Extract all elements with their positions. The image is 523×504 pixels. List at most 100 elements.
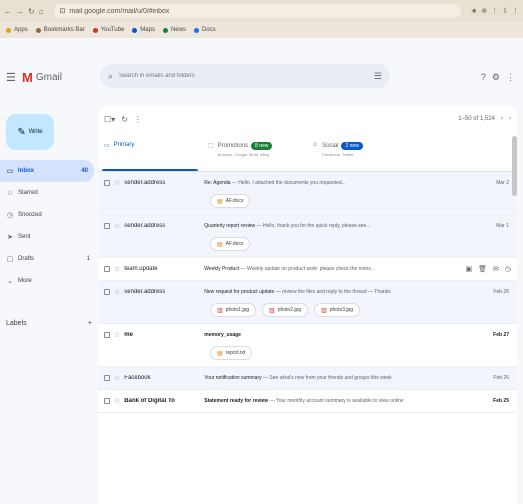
settings-icon[interactable]: ⚙ bbox=[492, 72, 500, 83]
tab-social[interactable]: ☺ Social 2 new Facebook, Twitter bbox=[306, 132, 410, 171]
sidebar-item-snoozed[interactable]: ◷ Snoozed bbox=[0, 204, 96, 226]
sidebar-item-icon: ◷ bbox=[6, 212, 14, 219]
select-checkbox[interactable] bbox=[104, 375, 110, 381]
attachment-chip[interactable]: ▤ report.txt bbox=[210, 346, 253, 360]
mail-row[interactable]: ☆ me memory_usage Feb 27 ▤ report.txt bbox=[98, 324, 517, 367]
mail-row-line: ☆ sender.address New request for product u… bbox=[104, 281, 517, 303]
attachment-file-icon: ▤ bbox=[217, 350, 223, 357]
reload-icon[interactable]: ↻ bbox=[28, 7, 35, 16]
attachment-chip[interactable]: ▤ AF.docx bbox=[210, 237, 251, 251]
mail-snippet: — Hello, thank you for the quick reply, … bbox=[256, 223, 371, 229]
mail-row[interactable]: ☆ team.update Weekly Product — Weekly upda… bbox=[98, 258, 517, 281]
search-input[interactable] bbox=[119, 73, 368, 79]
select-checkbox[interactable] bbox=[104, 266, 110, 272]
mail-row[interactable]: ☆ Bank of Digital To Statement ready for r… bbox=[98, 390, 517, 413]
refresh-icon[interactable]: ↻ bbox=[121, 115, 128, 124]
mail-date: Feb 26 bbox=[493, 375, 509, 381]
mail-snippet: — Weekly update on product work: please … bbox=[240, 266, 376, 272]
mail-subject: New request for product update bbox=[204, 289, 275, 295]
attachment-chip[interactable]: ▥ photo3.jpg bbox=[314, 303, 361, 317]
search-icon[interactable]: ⌕ bbox=[108, 71, 113, 82]
mail-subject: Weekly Product bbox=[204, 266, 240, 272]
new-count-badge: 8 new bbox=[251, 142, 273, 150]
next-page-icon[interactable]: › bbox=[509, 116, 511, 122]
bookmark-favicon-icon bbox=[35, 27, 41, 33]
attachment-chip[interactable]: ▤ AF.docx bbox=[210, 194, 251, 208]
mail-date: Feb 25 bbox=[493, 398, 509, 404]
bookmark-item[interactable]: Apps bbox=[6, 27, 28, 33]
attachment-file-icon: ▤ bbox=[217, 241, 223, 248]
select-checkbox[interactable] bbox=[104, 332, 110, 338]
select-checkbox[interactable] bbox=[104, 398, 110, 404]
pagination: 1–50 of 1,524 ‹ › bbox=[458, 116, 511, 122]
compose-button[interactable]: ✎ Write bbox=[6, 114, 54, 150]
select-checkbox[interactable] bbox=[104, 223, 110, 229]
sidebar-item-label: Sent bbox=[18, 234, 31, 240]
download-icon[interactable]: ⇩ bbox=[502, 7, 508, 15]
tab-title: Social bbox=[322, 143, 339, 149]
new-count-badge: 2 new bbox=[341, 142, 363, 150]
archive-icon[interactable]: ▣ bbox=[466, 265, 473, 273]
search-options-icon[interactable]: ☰ bbox=[374, 71, 382, 82]
help-icon[interactable]: ? bbox=[481, 72, 486, 83]
home-icon[interactable]: ⌂ bbox=[39, 7, 44, 16]
more-icon[interactable]: ⋮ bbox=[134, 115, 142, 124]
sidebar-item-label: Snoozed bbox=[18, 212, 42, 218]
star-icon[interactable]: ☆ bbox=[114, 397, 120, 405]
mail-subject: Quarterly report review bbox=[204, 223, 256, 229]
star-icon[interactable]: ☆ bbox=[114, 222, 120, 230]
star-icon[interactable]: ☆ bbox=[114, 179, 120, 187]
star-icon[interactable]: ☆ bbox=[114, 331, 120, 339]
attachment-chip[interactable]: ▥ photo1.jpg bbox=[210, 303, 257, 317]
mail-row[interactable]: ☆ Facebook Your notification summary — See… bbox=[98, 367, 517, 390]
mail-row[interactable]: ☆ sender.address New request for product u… bbox=[98, 281, 517, 324]
bookmark-item[interactable]: Docs bbox=[193, 27, 216, 33]
forward-icon[interactable]: → bbox=[16, 7, 24, 16]
zoom-icon[interactable]: ⊕ bbox=[481, 7, 487, 15]
category-tabs: ▭ Primary ⬚ Promotions 8 new Amazon, Google S… bbox=[98, 132, 517, 172]
address-bar[interactable]: ⊡ mail.google.com/mail/u/0/#inbox bbox=[53, 4, 461, 18]
bookmark-item[interactable]: News bbox=[162, 27, 186, 33]
mail-row-line: ☆ team.update Weekly Product — Weekly upda… bbox=[104, 258, 517, 280]
prev-page-icon[interactable]: ‹ bbox=[501, 116, 503, 122]
gmail-logo[interactable]: M Gmail bbox=[22, 70, 62, 85]
tab-title: Primary bbox=[113, 142, 135, 148]
bookmark-item[interactable]: Maps bbox=[132, 27, 155, 33]
tab-primary[interactable]: ▭ Primary bbox=[98, 132, 202, 171]
tab-promotions[interactable]: ⬚ Promotions 8 new Amazon, Google Store, eB… bbox=[202, 132, 306, 171]
extension-icons: ★ ⊕ ⋮ ⇩ ⋮ bbox=[471, 7, 519, 15]
mail-row[interactable]: ☆ sender.address Quarterly report review —… bbox=[98, 215, 517, 258]
add-label-icon[interactable]: + bbox=[88, 320, 92, 327]
attachment-chip[interactable]: ▥ photo2.jpg bbox=[262, 303, 309, 317]
mark-read-icon[interactable]: ✉ bbox=[493, 265, 499, 273]
attachment-name: AF.docx bbox=[225, 198, 244, 204]
select-checkbox[interactable] bbox=[104, 180, 110, 186]
attachment-chips: ▤ AF.docx bbox=[104, 237, 517, 257]
tab-title-row: Social 2 new bbox=[322, 142, 363, 150]
browser-menu-icon[interactable]: ⋮ bbox=[512, 7, 519, 15]
sidebar-item-sent[interactable]: ➤ Sent bbox=[0, 226, 96, 248]
main-menu-icon[interactable]: ☰ bbox=[6, 71, 16, 84]
snooze-icon[interactable]: ◷ bbox=[505, 265, 511, 273]
attachment-file-icon: ▤ bbox=[217, 198, 223, 205]
sidebar-item-more[interactable]: ⌄ More bbox=[0, 270, 96, 292]
extensions-icon[interactable]: ⋮ bbox=[491, 7, 498, 15]
scrollbar-thumb[interactable] bbox=[512, 136, 517, 196]
star-icon[interactable]: ☆ bbox=[114, 288, 120, 296]
sidebar-item-drafts[interactable]: ▢ Drafts 1 bbox=[0, 248, 96, 270]
select-all-icon[interactable]: ☐▾ bbox=[104, 115, 115, 124]
apps-icon[interactable]: ⋮ bbox=[506, 72, 515, 83]
bookmark-item[interactable]: Bookmarks Bar bbox=[35, 27, 85, 33]
back-icon[interactable]: ← bbox=[4, 7, 12, 16]
mail-snippet: — review the files and reply to the thre… bbox=[275, 289, 391, 295]
bookmark-item[interactable]: YouTube bbox=[92, 27, 124, 33]
bookmark-star-icon[interactable]: ★ bbox=[471, 7, 477, 15]
select-checkbox[interactable] bbox=[104, 289, 110, 295]
mail-row[interactable]: ☆ sender.address Re: Agenda — Hello, I att… bbox=[98, 172, 517, 215]
sidebar-item-starred[interactable]: ☆ Starred bbox=[0, 182, 96, 204]
star-icon[interactable]: ☆ bbox=[114, 374, 120, 382]
delete-icon[interactable]: 🗑 bbox=[478, 265, 487, 273]
sidebar-item-inbox[interactable]: ▭ Inbox 40 bbox=[0, 160, 94, 182]
star-icon[interactable]: ☆ bbox=[114, 265, 120, 273]
mail-preview: Statement ready for review — Your monthl… bbox=[204, 398, 487, 404]
